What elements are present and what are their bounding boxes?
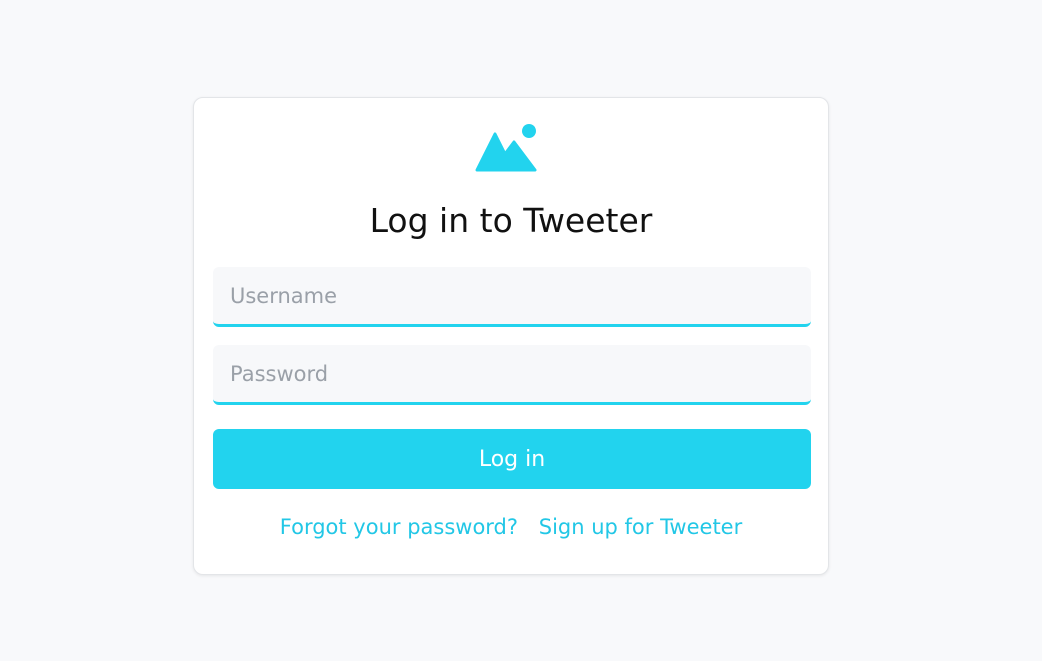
login-card: Log in to Tweeter Log in Forgot your pas… <box>193 97 829 575</box>
auth-links: Forgot your password? Sign up for Tweete… <box>194 512 828 542</box>
username-input[interactable] <box>213 267 811 327</box>
mountain-sun-icon <box>475 124 537 172</box>
forgot-password-link[interactable]: Forgot your password? <box>280 515 518 539</box>
signup-link[interactable]: Sign up for Tweeter <box>539 515 743 539</box>
page-title: Log in to Tweeter <box>369 201 653 240</box>
password-input[interactable] <box>213 345 811 405</box>
login-button[interactable]: Log in <box>213 429 811 489</box>
